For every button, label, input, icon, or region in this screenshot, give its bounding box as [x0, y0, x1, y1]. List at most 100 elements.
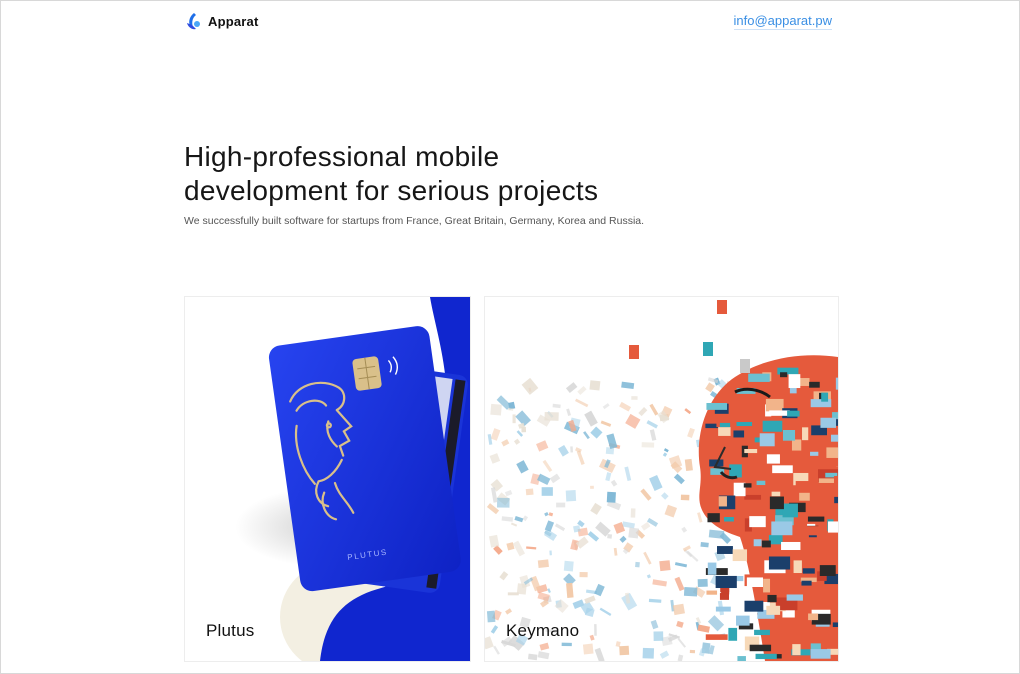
mosaic-face-block: [744, 494, 762, 500]
mosaic-face-block: [783, 660, 799, 661]
mosaic-face-block: [705, 634, 728, 640]
mosaic-shard: [486, 610, 496, 623]
mosaic-shard: [565, 490, 577, 502]
mosaic-face-block: [759, 433, 775, 447]
mosaic-face-block: [798, 526, 819, 534]
mosaic-face-block: [810, 649, 831, 659]
mosaic-face-block: [706, 402, 728, 410]
mosaic-face-block: [753, 539, 762, 547]
mosaic-face-block: [820, 417, 837, 428]
mosaic-shard: [700, 542, 709, 548]
mosaic-face-block: [826, 447, 838, 459]
mosaic-face-block: [795, 481, 810, 492]
mosaic-face-block: [766, 454, 780, 464]
mosaic-face-block: [821, 392, 829, 402]
mosaic-shard: [630, 508, 636, 518]
mosaic-face-block: [762, 420, 783, 432]
mosaic-shard: [544, 411, 559, 421]
mosaic-shard: [570, 446, 573, 453]
mosaic-face-block: [771, 521, 793, 536]
mosaic-face-block: [754, 629, 770, 636]
mosaic-shard: [537, 559, 549, 569]
site-header: Apparat info@apparat.pw: [184, 9, 832, 33]
mosaic-shard: [684, 458, 693, 472]
mosaic-face-block: [827, 521, 838, 533]
mosaic-face-block: [728, 627, 738, 641]
email-link[interactable]: info@apparat.pw: [733, 13, 832, 30]
mosaic-shard: [579, 571, 588, 578]
mosaic-face-block: [715, 575, 737, 589]
mosaic-accent: [629, 345, 639, 359]
mosaic-face-block: [793, 560, 802, 574]
mosaic-face-block: [810, 399, 832, 408]
mosaic-shard: [527, 653, 538, 661]
brand-name: Apparat: [208, 13, 259, 29]
mosaic-face-block: [718, 496, 727, 507]
mosaic-face-block: [709, 657, 716, 661]
mosaic-shard: [628, 527, 640, 539]
mosaic-shard: [582, 643, 594, 655]
mosaic-shard: [563, 560, 574, 572]
mosaic-face-block: [719, 422, 731, 428]
mosaic-face-block: [834, 496, 838, 504]
mosaic-face-block: [733, 430, 745, 438]
mosaic-face-block: [780, 372, 788, 378]
mosaic-shard: [594, 624, 597, 636]
mosaic-face-block: [746, 577, 764, 588]
mosaic-shard: [635, 561, 640, 568]
mosaic-face-block: [830, 434, 838, 442]
mosaic-face-block: [737, 656, 746, 661]
mosaic-shard: [680, 494, 690, 501]
mosaic-face-block: [799, 492, 810, 501]
mosaic-face-block: [825, 457, 838, 467]
mosaic-shard: [512, 414, 516, 424]
mosaic-face-block: [830, 627, 838, 637]
mosaic-shard: [697, 578, 708, 587]
mosaic-face-block: [729, 464, 742, 478]
mosaic-shard: [561, 642, 572, 647]
mosaic-face-block: [736, 422, 753, 427]
mosaic-face-block: [769, 410, 790, 416]
apparat-logo-icon: [187, 13, 200, 30]
mosaic-face-block: [715, 606, 731, 612]
mosaic-face-block: [720, 587, 730, 593]
mosaic-shard: [631, 396, 638, 400]
mosaic-face-block: [767, 594, 777, 603]
mosaic-face-block: [768, 534, 783, 545]
mosaic-face-block: [765, 398, 784, 412]
mosaic-face-block: [763, 578, 771, 593]
mosaic-shard: [590, 485, 594, 489]
project-card-keymano[interactable]: Keymano: [484, 296, 839, 662]
mosaic-face-block: [766, 605, 781, 615]
mosaic-shard: [659, 560, 671, 572]
mosaic-face-block: [761, 540, 771, 548]
mosaic-shard: [589, 380, 601, 391]
mosaic-shard: [619, 645, 630, 656]
mosaic-face-block: [819, 565, 836, 576]
mosaic-face-block: [769, 496, 784, 510]
mosaic-accent: [740, 359, 750, 373]
mosaic-shard: [653, 631, 664, 641]
mosaic-face-block: [749, 644, 772, 652]
mosaic-face-block: [744, 449, 758, 454]
mosaic-shard: [549, 550, 552, 556]
mosaic-face-block: [835, 377, 838, 390]
mosaic-shard: [490, 403, 502, 416]
mosaic-face-block: [707, 562, 717, 575]
mosaic-face-block: [808, 613, 819, 621]
mosaic-face-block: [833, 475, 838, 486]
mosaic-face-block: [812, 550, 826, 564]
mosaic-face-block: [801, 580, 812, 586]
mosaic-face-block: [736, 615, 750, 626]
mosaic-accent: [703, 342, 713, 356]
project-card-plutus[interactable]: PLUTUS Plutus: [184, 296, 471, 662]
mosaic-face-block: [809, 381, 820, 388]
mosaic-face-block: [748, 373, 770, 382]
mosaic-shard: [606, 491, 616, 503]
mosaic-shard: [573, 525, 581, 533]
brand-logo-link[interactable]: Apparat: [184, 11, 259, 31]
mosaic-accent: [717, 300, 727, 314]
mosaic-face-block: [736, 575, 744, 582]
mosaic-shard: [566, 582, 574, 598]
mosaic-face-block: [719, 593, 730, 600]
